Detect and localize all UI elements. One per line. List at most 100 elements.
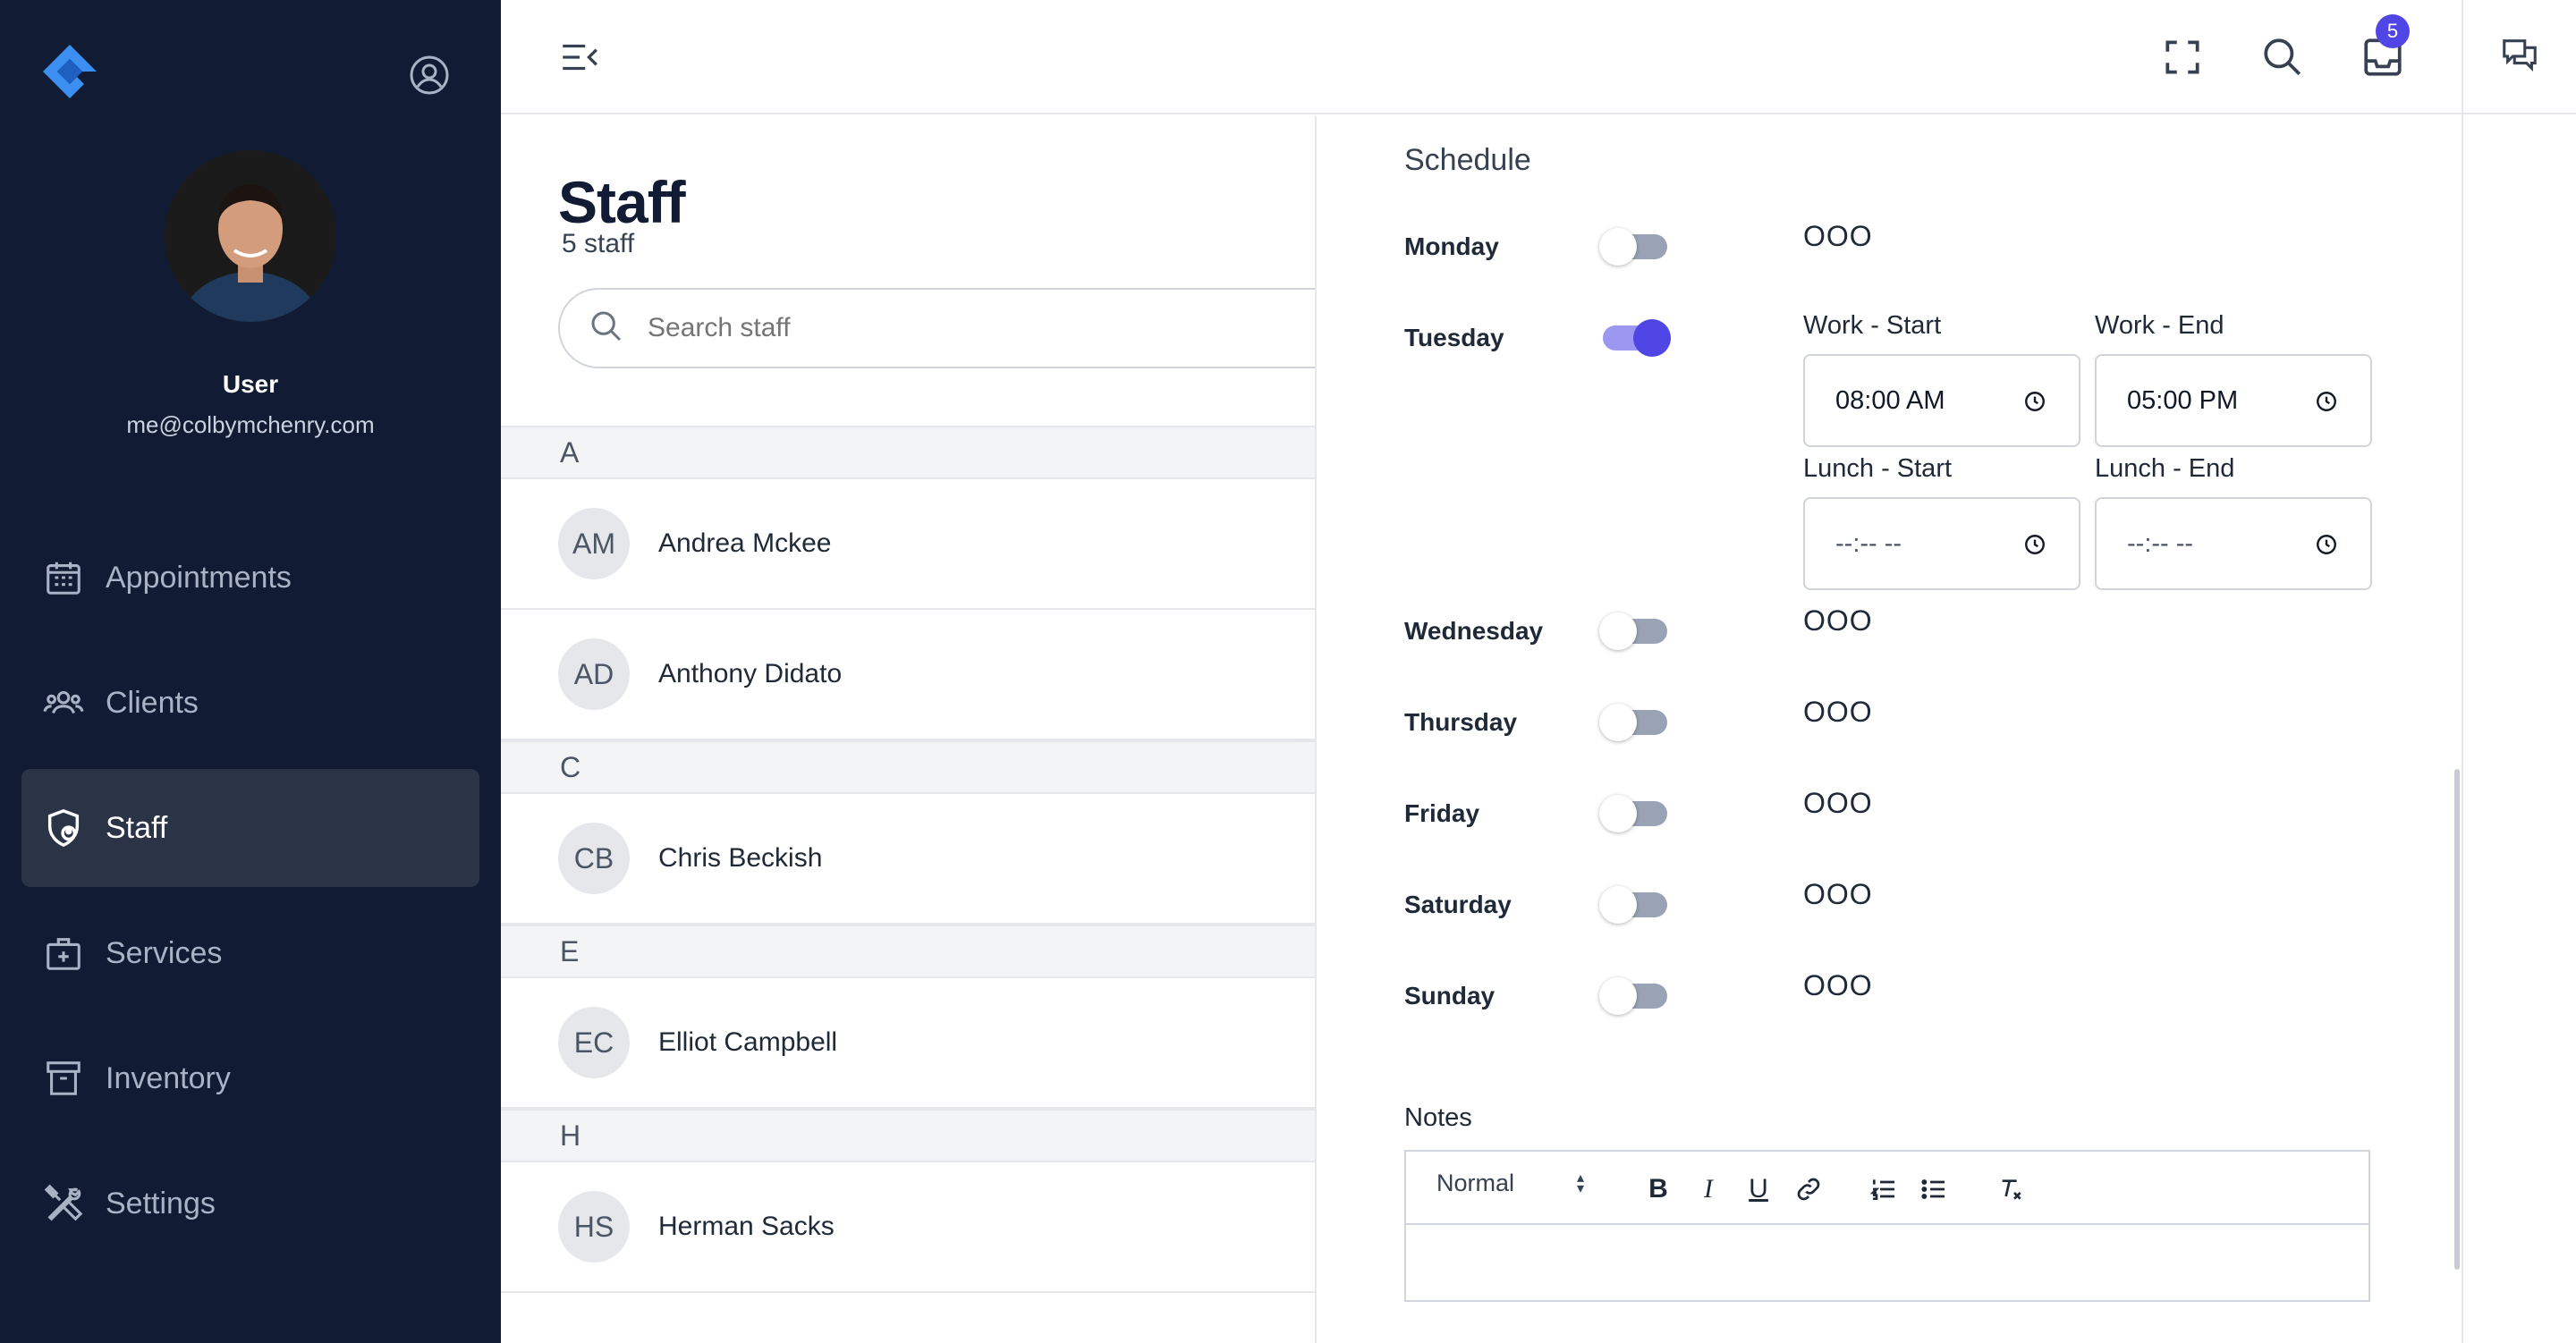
italic-button[interactable]: I (1690, 1171, 1726, 1207)
list-item[interactable]: AD Anthony Didato (501, 610, 1315, 740)
day-label-tuesday: Tuesday (1404, 324, 1504, 351)
staff-count: 5 staff (562, 229, 635, 258)
ordered-list-icon[interactable] (1866, 1171, 1902, 1207)
shield-user-icon (41, 806, 86, 850)
clock-icon[interactable] (2315, 533, 2338, 556)
sidebar-item-appointments[interactable]: Appointments (21, 519, 479, 637)
toggle-tuesday[interactable] (1603, 319, 1671, 357)
page-title: Staff (558, 169, 686, 235)
staff-name: Herman Sacks (658, 1212, 835, 1241)
work-start-label: Work - Start (1803, 311, 1942, 340)
ooo-monday: OOO (1803, 220, 1873, 252)
toggle-wednesday[interactable] (1599, 612, 1667, 650)
group-header: E (501, 925, 1315, 978)
day-label-thursday: Thursday (1404, 708, 1518, 736)
sidebar-item-label: Settings (106, 1186, 216, 1221)
day-label-monday: Monday (1404, 232, 1499, 260)
clear-format-icon[interactable] (1993, 1171, 2029, 1207)
group-header: A (501, 426, 1315, 479)
user-name: User (222, 370, 279, 398)
work-start-value: 08:00 AM (1835, 385, 1945, 415)
sidebar-item-staff[interactable]: Staff (21, 769, 479, 887)
search-input[interactable] (648, 313, 1184, 343)
ooo-thursday: OOO (1803, 696, 1873, 728)
sidebar-item-label: Services (106, 935, 223, 970)
search-bar[interactable] (558, 288, 1315, 368)
chat-panel (2462, 0, 2576, 1343)
work-start-input[interactable]: 08:00 AM (1803, 354, 2080, 447)
avatar: AD (558, 638, 630, 710)
app-logo-icon[interactable] (41, 43, 98, 100)
notification-badge: 5 (2376, 14, 2410, 48)
avatar: HS (558, 1191, 630, 1263)
avatar: AM (558, 508, 630, 579)
notes-label: Notes (1404, 1103, 1472, 1132)
profile-circle-icon[interactable] (408, 54, 451, 97)
select-arrows-icon: ▴ ▾ (1577, 1170, 1585, 1196)
user-avatar (165, 150, 336, 322)
list-item[interactable]: CB Chris Beckish (501, 794, 1315, 925)
ooo-sunday: OOO (1803, 969, 1873, 1001)
work-end-input[interactable]: 05:00 PM (2095, 354, 2372, 447)
archive-box-icon (41, 1056, 86, 1101)
group-header: C (501, 740, 1315, 794)
calendar-icon (41, 555, 86, 600)
day-label-friday: Friday (1404, 799, 1480, 827)
scrollbar[interactable] (2454, 769, 2460, 1270)
toggle-thursday[interactable] (1599, 704, 1667, 741)
ooo-friday: OOO (1803, 787, 1873, 819)
clock-icon[interactable] (2315, 390, 2338, 413)
fullscreen-icon[interactable] (2157, 32, 2207, 82)
sidebar-item-label: Appointments (106, 560, 292, 595)
collapse-menu-icon[interactable] (555, 32, 605, 82)
toggle-sunday[interactable] (1599, 977, 1667, 1015)
avatar: CB (558, 823, 630, 894)
chat-icon[interactable] (2499, 34, 2540, 80)
list-item[interactable]: EC Elliot Campbell (501, 978, 1315, 1109)
ooo-wednesday: OOO (1803, 604, 1873, 637)
medical-bag-icon (41, 931, 86, 976)
lunch-end-label: Lunch - End (2095, 454, 2235, 483)
underline-button[interactable]: U (1741, 1171, 1776, 1207)
editor-toolbar: Normal ▴ ▾ B I U (1406, 1152, 2368, 1225)
toggle-friday[interactable] (1599, 795, 1667, 832)
schedule-panel: Schedule Monday OOO Tuesday Work - Start… (1318, 116, 2460, 1343)
sidebar: User me@colbymchenry.com Appointments Cl… (0, 0, 501, 1343)
day-label-wednesday: Wednesday (1404, 617, 1544, 645)
lunch-start-input[interactable]: --:-- -- (1803, 497, 2080, 590)
sidebar-item-inventory[interactable]: Inventory (21, 1019, 479, 1137)
notes-editor: Normal ▴ ▾ B I U (1404, 1150, 2370, 1302)
lunch-end-input[interactable]: --:-- -- (2095, 497, 2372, 590)
lunch-start-label: Lunch - Start (1803, 454, 1953, 483)
ooo-saturday: OOO (1803, 878, 1873, 910)
sidebar-item-services[interactable]: Services (21, 894, 479, 1012)
users-icon (41, 680, 86, 725)
clock-icon[interactable] (2023, 390, 2046, 413)
staff-name: Chris Beckish (658, 843, 823, 873)
clock-icon[interactable] (2023, 533, 2046, 556)
search-icon[interactable] (2258, 32, 2308, 82)
list-item[interactable]: HS Herman Sacks (501, 1162, 1315, 1293)
format-select[interactable]: Normal ▴ ▾ (1436, 1170, 1584, 1197)
schedule-title: Schedule (1404, 143, 1531, 177)
top-bar (501, 0, 2462, 114)
link-icon[interactable] (1791, 1171, 1826, 1207)
day-label-sunday: Sunday (1404, 982, 1496, 1009)
sidebar-item-clients[interactable]: Clients (21, 644, 479, 762)
staff-name: Andrea Mckee (658, 528, 832, 558)
toggle-monday[interactable] (1599, 228, 1667, 266)
sidebar-item-settings[interactable]: Settings (21, 1145, 479, 1263)
avatar: EC (558, 1007, 630, 1078)
format-value: Normal (1436, 1170, 1515, 1196)
staff-panel: Staff 5 staff A AM Andrea Mckee AD Antho… (501, 116, 1317, 1343)
list-item[interactable]: AM Andrea Mckee (501, 479, 1315, 610)
bullet-list-icon[interactable] (1916, 1171, 1952, 1207)
day-label-saturday: Saturday (1404, 891, 1512, 918)
work-end-label: Work - End (2095, 311, 2224, 340)
toggle-saturday[interactable] (1599, 886, 1667, 924)
staff-name: Elliot Campbell (658, 1027, 838, 1057)
sidebar-item-label: Inventory (106, 1060, 231, 1095)
bold-button[interactable]: B (1640, 1171, 1676, 1207)
user-email: me@colbymchenry.com (126, 411, 375, 438)
lunch-start-value: --:-- -- (1835, 528, 1902, 558)
